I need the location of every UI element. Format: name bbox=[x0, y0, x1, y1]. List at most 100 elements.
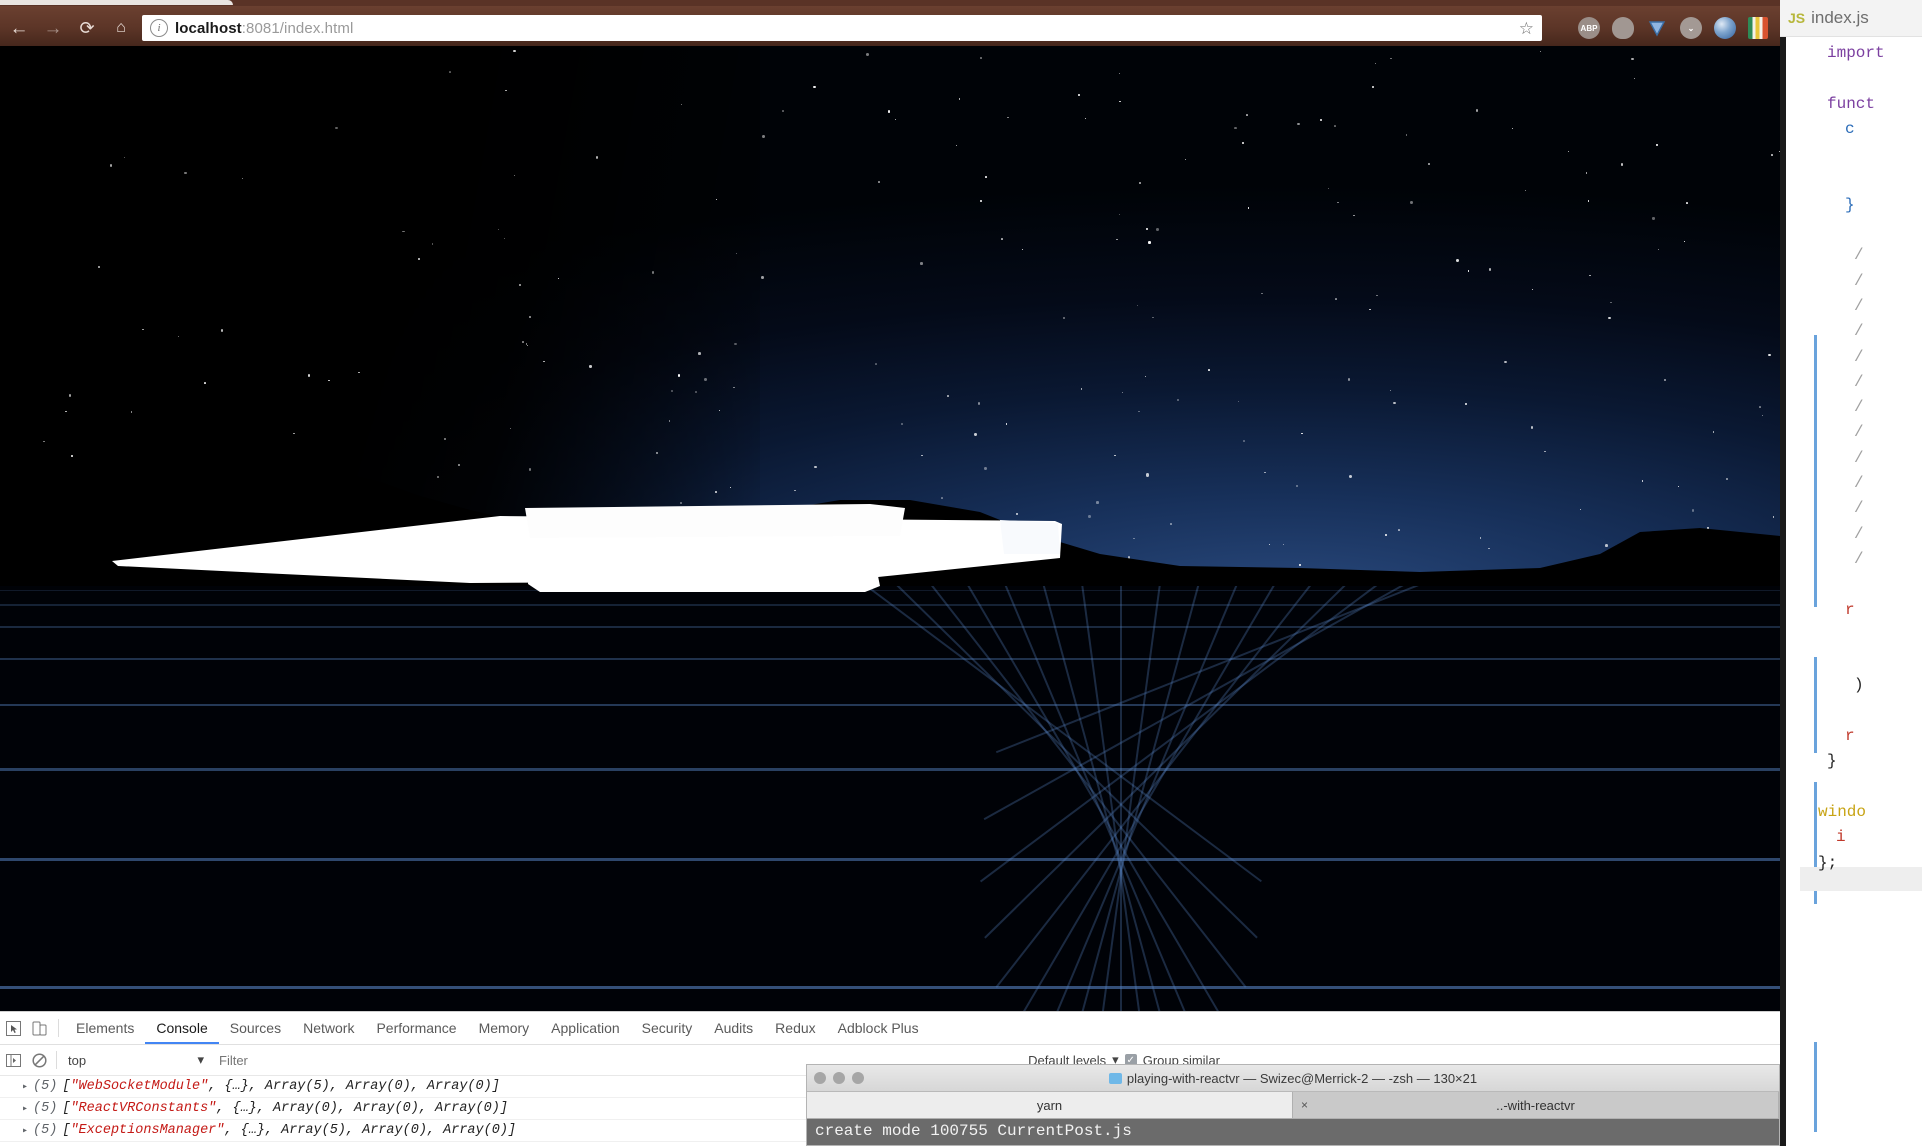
tab-security[interactable]: Security bbox=[631, 1013, 704, 1044]
grid-line-vertical bbox=[944, 586, 1230, 1011]
close-icon[interactable]: × bbox=[1301, 1098, 1308, 1112]
code-token: / bbox=[1854, 448, 1864, 467]
indent-guide bbox=[1814, 1042, 1817, 1132]
editor-code-line: import bbox=[1780, 41, 1922, 66]
home-icon[interactable]: ⌂ bbox=[108, 15, 134, 41]
terminal-window: playing-with-reactvr — Swizec@Merrick-2 … bbox=[806, 1064, 1780, 1146]
grid-line-vertical bbox=[984, 586, 1386, 939]
arrow-left-icon[interactable]: ← bbox=[6, 15, 32, 41]
grid-line-horizontal bbox=[0, 590, 1780, 592]
terminal-title: playing-with-reactvr — Swizec@Merrick-2 … bbox=[807, 1071, 1779, 1086]
inspect-element-icon[interactable] bbox=[0, 1016, 26, 1040]
tab-memory[interactable]: Memory bbox=[468, 1013, 541, 1044]
grid-line-horizontal bbox=[0, 626, 1780, 628]
ghostery-extension-icon[interactable] bbox=[1612, 17, 1634, 39]
adblock-plus-extension-icon[interactable]: ABP bbox=[1578, 17, 1600, 39]
info-icon[interactable]: i bbox=[150, 19, 168, 37]
tab-application[interactable]: Application bbox=[540, 1013, 631, 1044]
editor-code-line: }; bbox=[1780, 851, 1922, 876]
terminal-tab-reactvr[interactable]: × ..-with-reactvr bbox=[1293, 1092, 1779, 1118]
editor-tab-index-js[interactable]: index.js bbox=[1811, 8, 1869, 28]
grid-line-vertical bbox=[1120, 586, 1122, 1011]
tab-console[interactable]: Console bbox=[145, 1013, 218, 1044]
reload-icon[interactable]: ⟳ bbox=[74, 15, 100, 41]
terminal-output[interactable]: create mode 100755 CurrentPost.js bbox=[807, 1119, 1779, 1145]
code-token: }; bbox=[1818, 853, 1838, 872]
code-token: i bbox=[1836, 828, 1846, 847]
url-path: :8081/index.html bbox=[241, 19, 354, 37]
chrome-browser-window: ← → ⟳ ⌂ i localhost:8081/index.html ☆ AB… bbox=[0, 0, 1780, 1146]
tab-elements[interactable]: Elements bbox=[65, 1013, 145, 1044]
code-token: / bbox=[1854, 398, 1864, 417]
tab-sources[interactable]: Sources bbox=[219, 1013, 292, 1044]
grid-line-horizontal bbox=[0, 658, 1780, 661]
log-module-name: "ReactVRConstants" bbox=[70, 1101, 217, 1116]
grid-line-horizontal bbox=[0, 768, 1780, 771]
editor-code-line: / bbox=[1780, 496, 1922, 521]
console-context-select[interactable]: top ▾ bbox=[61, 1050, 211, 1070]
perspective-grid-floor bbox=[0, 586, 1780, 1011]
code-token: windo bbox=[1818, 802, 1867, 821]
log-module-name: "ExceptionsManager" bbox=[70, 1123, 225, 1138]
code-token: / bbox=[1854, 423, 1864, 442]
clear-console-icon[interactable] bbox=[26, 1048, 52, 1072]
tab-network[interactable]: Network bbox=[292, 1013, 365, 1044]
terminal-tab-label: ..-with-reactvr bbox=[1496, 1097, 1575, 1113]
code-token: / bbox=[1854, 524, 1864, 543]
console-sidebar-toggle-icon[interactable] bbox=[0, 1048, 26, 1072]
log-rest: , {…}, Array(0), Array(0), Array(0)] bbox=[216, 1101, 508, 1116]
editor-code-line: / bbox=[1780, 269, 1922, 294]
code-token: ) bbox=[1854, 676, 1864, 695]
url-host: localhost bbox=[175, 19, 242, 37]
vimium-extension-icon[interactable] bbox=[1646, 17, 1668, 39]
device-toolbar-icon[interactable] bbox=[26, 1016, 52, 1040]
editor-code-area[interactable]: import funct c} / / / / / / / / / / / / / r) r} windo i}; bbox=[1780, 37, 1922, 1146]
code-token: / bbox=[1854, 499, 1864, 518]
terminal-tabbar: yarn × ..-with-reactvr bbox=[807, 1092, 1779, 1119]
expand-arrow-icon[interactable]: ▸ bbox=[22, 1081, 28, 1093]
code-token: / bbox=[1854, 372, 1864, 391]
terminal-title-text: playing-with-reactvr — Swizec@Merrick-2 … bbox=[1126, 1070, 1478, 1086]
editor-lines: import funct c} / / / / / / / / / / / / / r) r} windo i}; bbox=[1780, 41, 1922, 876]
devtools-tabbar: Elements Console Sources Network Perform… bbox=[0, 1012, 1780, 1045]
vr-scene-viewport[interactable] bbox=[0, 46, 1780, 1011]
address-bar-url: localhost:8081/index.html bbox=[175, 20, 353, 37]
editor-code-line: } bbox=[1780, 749, 1922, 774]
editor-code-line bbox=[1780, 66, 1922, 91]
code-token: import bbox=[1827, 44, 1885, 62]
console-context-value: top bbox=[68, 1052, 87, 1068]
editor-code-line: / bbox=[1780, 370, 1922, 395]
expand-arrow-icon[interactable]: ▸ bbox=[22, 1125, 28, 1137]
editor-code-line bbox=[1780, 775, 1922, 800]
editor-code-line: / bbox=[1780, 395, 1922, 420]
editor-code-line: / bbox=[1780, 294, 1922, 319]
console-filter-input[interactable] bbox=[211, 1049, 661, 1071]
address-bar[interactable]: i localhost:8081/index.html ☆ bbox=[142, 15, 1542, 41]
expand-arrow-icon[interactable]: ▸ bbox=[22, 1103, 28, 1115]
colorzilla-extension-icon[interactable] bbox=[1748, 17, 1768, 39]
code-token: funct bbox=[1827, 94, 1876, 113]
terminal-tab-yarn[interactable]: yarn bbox=[807, 1092, 1293, 1118]
tab-redux[interactable]: Redux bbox=[764, 1013, 826, 1044]
code-token: r bbox=[1845, 600, 1855, 619]
code-token: c bbox=[1845, 119, 1855, 138]
tab-performance[interactable]: Performance bbox=[365, 1013, 467, 1044]
bookmark-star-icon[interactable]: ☆ bbox=[1519, 19, 1534, 39]
editor-code-line: c bbox=[1780, 117, 1922, 142]
log-rest: , {…}, Array(5), Array(0), Array(0)] bbox=[208, 1079, 500, 1094]
log-count: (5) bbox=[33, 1123, 58, 1138]
browser-tab[interactable] bbox=[0, 0, 233, 5]
globe-extension-icon[interactable] bbox=[1714, 17, 1736, 39]
tab-adblock-plus[interactable]: Adblock Plus bbox=[827, 1013, 930, 1044]
tab-audits[interactable]: Audits bbox=[703, 1013, 764, 1044]
log-module-name: "WebSocketModule" bbox=[70, 1079, 209, 1094]
editor-code-line: i bbox=[1780, 825, 1922, 850]
log-bracket: [ bbox=[62, 1079, 71, 1094]
editor-code-line: / bbox=[1780, 471, 1922, 496]
arrow-right-icon[interactable]: → bbox=[40, 15, 66, 41]
pocket-extension-icon[interactable]: ⌄ bbox=[1680, 17, 1702, 39]
editor-code-line bbox=[1780, 623, 1922, 648]
terminal-tab-label: yarn bbox=[1036, 1097, 1063, 1113]
code-token: } bbox=[1845, 195, 1855, 214]
log-bracket: [ bbox=[62, 1123, 71, 1138]
